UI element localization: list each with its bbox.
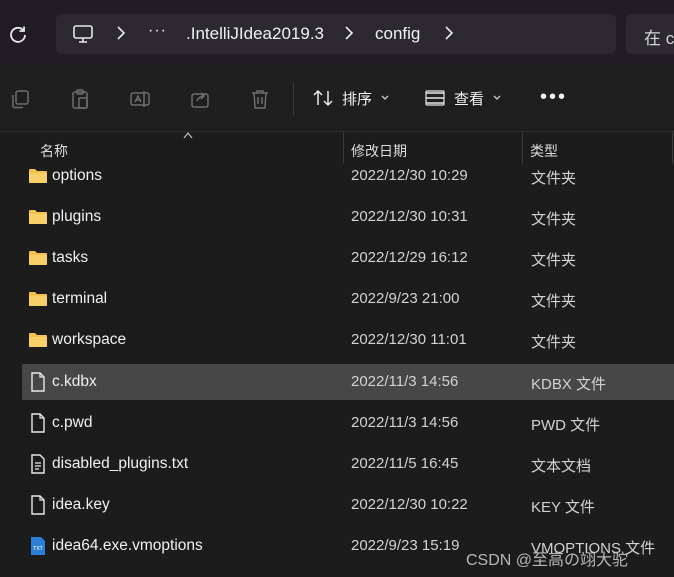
breadcrumb[interactable]: ··· .IntelliJIdea2019.3 config — [56, 14, 616, 54]
more-options-button[interactable]: ••• — [540, 87, 567, 107]
breadcrumb-item-intellij[interactable]: .IntelliJIdea2019.3 — [186, 24, 324, 44]
file-type: PWD 文件 — [531, 417, 601, 434]
folder-icon — [29, 210, 47, 224]
command-bar: 排序 查看 ••• — [0, 64, 674, 132]
file-type: 文件夹 — [531, 293, 577, 310]
list-item-selected[interactable]: c.kdbx 2022/11/3 14:56 KDBX 文件 — [22, 364, 674, 400]
file-date: 2022/12/30 10:31 — [351, 208, 468, 225]
file-type: 文件夹 — [531, 334, 577, 351]
delete-icon[interactable] — [249, 88, 271, 110]
file-type: 文件夹 — [531, 211, 577, 228]
chevron-right-icon — [345, 26, 354, 40]
list-item[interactable]: idea.key 2022/12/30 10:22 KEY 文件 — [22, 487, 674, 523]
file-type: 文本文档 — [531, 458, 592, 475]
list-item[interactable]: c.pwd 2022/11/3 14:56 PWD 文件 — [22, 405, 674, 441]
file-name: terminal — [52, 290, 108, 307]
chevron-down-icon — [381, 95, 389, 100]
file-type: KDBX 文件 — [531, 376, 607, 393]
file-name: c.pwd — [52, 414, 93, 431]
text-file-icon — [31, 454, 45, 474]
file-date: 2022/11/5 16:45 — [351, 455, 459, 472]
computer-icon[interactable] — [72, 23, 94, 45]
sort-icon — [313, 89, 333, 107]
file-name: idea64.exe.vmoptions — [52, 537, 203, 554]
file-name: disabled_plugins.txt — [52, 455, 189, 472]
breadcrumb-overflow[interactable]: ··· — [148, 22, 167, 40]
file-icon — [31, 413, 45, 433]
list-item[interactable]: disabled_plugins.txt 2022/11/5 16:45 文本文… — [22, 446, 674, 482]
share-icon[interactable] — [189, 88, 211, 110]
paste-icon[interactable] — [69, 88, 91, 110]
list-item[interactable]: options 2022/12/30 10:29 文件夹 — [22, 158, 674, 194]
file-date: 2022/9/23 21:00 — [351, 290, 460, 307]
list-item[interactable]: workspace 2022/12/30 11:01 文件夹 — [22, 322, 674, 358]
chevron-right-icon[interactable] — [442, 24, 456, 42]
view-label: 查看 — [454, 90, 485, 108]
folder-icon — [29, 292, 47, 306]
file-date: 2022/11/3 14:56 — [351, 373, 459, 390]
file-name: options — [52, 167, 102, 184]
copy-icon[interactable] — [9, 88, 31, 110]
file-icon — [31, 495, 45, 515]
chevron-down-icon — [493, 95, 501, 100]
file-type: KEY 文件 — [531, 499, 595, 516]
file-date: 2022/9/23 15:19 — [351, 537, 460, 554]
folder-icon — [29, 251, 47, 265]
file-date: 2022/12/30 10:29 — [351, 167, 468, 184]
file-name: idea.key — [52, 496, 110, 513]
file-name: workspace — [52, 331, 127, 348]
file-name: plugins — [52, 208, 102, 225]
search-input[interactable]: 在 c — [626, 14, 674, 54]
breadcrumb-item-config[interactable]: config — [375, 24, 420, 44]
file-name: c.kdbx — [52, 373, 97, 390]
file-type: 文件夹 — [531, 170, 577, 187]
rename-icon[interactable] — [129, 88, 151, 110]
toolbar-divider — [293, 82, 294, 116]
list-item[interactable]: tasks 2022/12/29 16:12 文件夹 — [22, 240, 674, 276]
watermark-text: CSDN @至高の翊大驼 — [466, 552, 629, 569]
sort-label: 排序 — [342, 90, 373, 108]
file-date: 2022/12/30 11:01 — [351, 331, 467, 348]
search-placeholder: 在 c — [644, 29, 674, 48]
file-type: 文件夹 — [531, 252, 577, 269]
file-date: 2022/12/30 10:22 — [351, 496, 468, 513]
txt-blue-icon: TXT — [31, 537, 45, 555]
view-list-icon — [425, 90, 445, 106]
folder-icon — [29, 333, 47, 347]
chevron-right-icon — [117, 26, 126, 40]
refresh-icon[interactable] — [8, 24, 28, 44]
sort-ascending-icon — [183, 132, 193, 139]
svg-text:TXT: TXT — [32, 546, 43, 552]
list-item[interactable]: plugins 2022/12/30 10:31 文件夹 — [22, 199, 674, 235]
address-bar-region: ··· .IntelliJIdea2019.3 config 在 c — [0, 0, 674, 64]
folder-icon — [29, 169, 47, 183]
list-item[interactable]: terminal 2022/9/23 21:00 文件夹 — [22, 281, 674, 317]
file-name: tasks — [52, 249, 89, 266]
sort-button[interactable]: 排序 — [312, 86, 390, 110]
view-button[interactable]: 查看 — [424, 86, 502, 110]
file-date: 2022/12/29 16:12 — [351, 249, 468, 266]
file-icon — [31, 372, 45, 392]
file-date: 2022/11/3 14:56 — [351, 414, 459, 431]
